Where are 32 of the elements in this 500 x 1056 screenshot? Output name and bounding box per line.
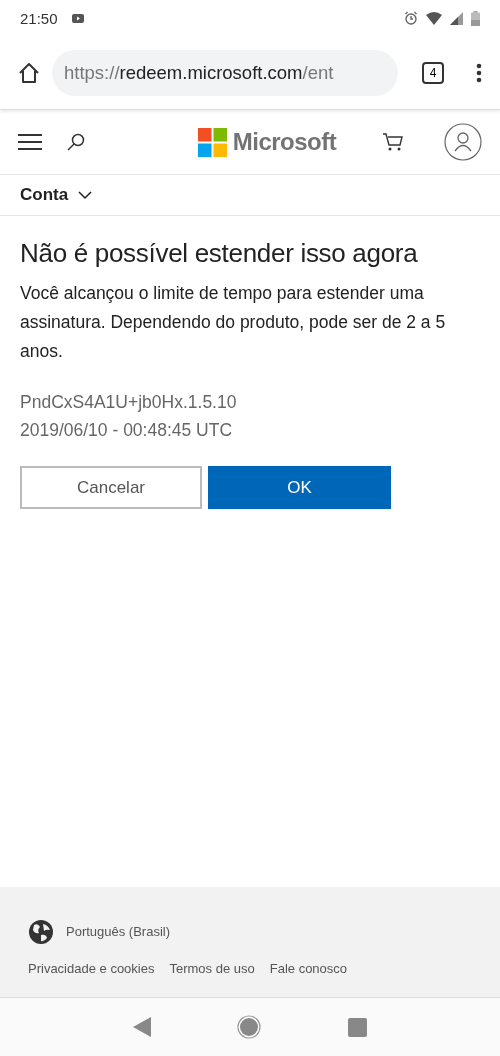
back-icon[interactable] bbox=[133, 1017, 152, 1037]
signal-icon bbox=[450, 11, 463, 25]
wifi-icon bbox=[426, 11, 442, 25]
ok-button[interactable]: OK bbox=[208, 466, 391, 509]
logo-icon bbox=[197, 127, 227, 157]
error-code: PndCxS4A1U+jb0Hx.1.5.10 bbox=[20, 391, 238, 414]
timestamp: 2019/06/10 - 00:48:45 UTC bbox=[20, 419, 234, 442]
home-icon[interactable] bbox=[18, 61, 40, 84]
globe-icon[interactable] bbox=[28, 918, 54, 945]
cancel-button[interactable]: Cancelar bbox=[20, 466, 202, 509]
message-title: Não é possível estender isso agora bbox=[20, 238, 419, 269]
home-button-icon[interactable] bbox=[237, 1015, 262, 1039]
message-text: Você alcançou o limite de tempo para estender uma assinatura. Dependendo do produto, pode ser de 2 a 5 anos. bbox=[20, 282, 447, 363]
address-bar[interactable]: https://redeem.microsoft.com/ent bbox=[52, 49, 398, 96]
footer-link[interactable]: Termos de uso bbox=[169, 960, 255, 976]
menu-icon[interactable] bbox=[18, 134, 42, 150]
more-icon[interactable] bbox=[476, 62, 482, 83]
account-menu[interactable]: Conta bbox=[20, 185, 93, 205]
tab-count-button[interactable]: 4 bbox=[422, 61, 444, 84]
search-icon[interactable] bbox=[66, 132, 86, 152]
language-link[interactable]: Português (Brasil) bbox=[66, 924, 171, 939]
recents-icon[interactable] bbox=[347, 1017, 367, 1037]
battery-icon bbox=[471, 10, 480, 26]
chevron-icon bbox=[78, 190, 93, 200]
logo-text[interactable]: Microsoft bbox=[232, 128, 337, 156]
status-time: 21:50 bbox=[20, 9, 58, 27]
cart-icon[interactable] bbox=[382, 132, 404, 152]
footer-link[interactable]: Privacidade e cookies bbox=[28, 960, 155, 976]
alarm-icon bbox=[404, 11, 418, 25]
account-icon[interactable] bbox=[444, 123, 482, 161]
footer-link[interactable]: Fale conosco bbox=[269, 960, 348, 976]
video-icon bbox=[71, 13, 84, 23]
